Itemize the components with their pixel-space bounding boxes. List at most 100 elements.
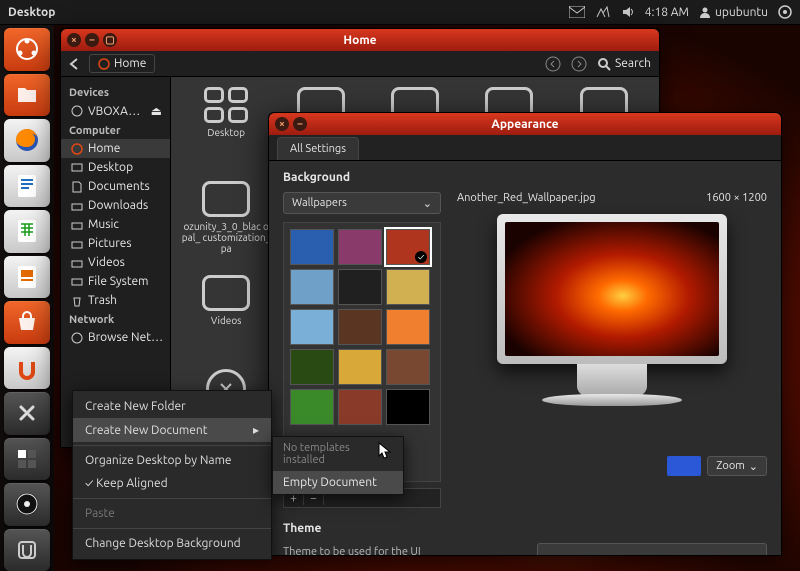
extra-icon[interactable] — [4, 529, 50, 571]
computer-header: Computer — [61, 121, 170, 139]
maximize-button[interactable]: ▢ — [103, 33, 117, 47]
settings-tabbar: All Settings — [269, 135, 781, 161]
sidebar-pictures[interactable]: Pictures — [61, 234, 170, 253]
wallpaper-thumb[interactable] — [338, 269, 382, 305]
active-app-label: Desktop — [8, 6, 55, 19]
background-header: Background — [283, 171, 767, 184]
color-button[interactable] — [667, 456, 701, 476]
sound-indicator[interactable] — [621, 5, 635, 19]
sidebar-music[interactable]: Music — [61, 215, 170, 234]
wallpaper-thumb[interactable] — [338, 229, 382, 265]
dash-icon[interactable] — [4, 28, 50, 71]
menu-organize[interactable]: Organize Desktop by Name — [73, 449, 271, 472]
new-document-submenu: No templates installed Empty Document — [272, 436, 404, 495]
menu-separator — [73, 528, 271, 529]
impress-icon[interactable] — [4, 256, 50, 299]
session-indicator[interactable] — [778, 5, 792, 19]
chevron-down-icon: ⌄ — [423, 197, 432, 210]
wallpaper-thumb[interactable] — [338, 389, 382, 425]
home-titlebar[interactable]: × – ▢ Home — [61, 29, 659, 51]
network-header: Network — [61, 310, 170, 328]
folder-icon — [202, 181, 250, 217]
submenu-arrow-icon: ▸ — [253, 423, 259, 437]
minimize-button[interactable]: – — [85, 33, 99, 47]
unity-launcher — [0, 24, 54, 571]
wallpaper-preview — [497, 214, 727, 406]
devices-header: Devices — [61, 83, 170, 101]
file-item[interactable]: Videos — [181, 275, 271, 365]
nav-prev-button[interactable] — [545, 56, 561, 72]
sidebar-videos[interactable]: Videos — [61, 253, 170, 272]
chevron-down-icon: ⌄ — [749, 460, 758, 473]
back-button[interactable] — [69, 58, 79, 70]
wallpaper-thumb[interactable] — [386, 389, 430, 425]
menu-separator — [73, 498, 271, 499]
wallpaper-thumb[interactable] — [290, 309, 334, 345]
desktop-context-menu: Create New Folder Create New Document▸ O… — [72, 390, 272, 560]
wallpaper-thumb[interactable] — [386, 229, 430, 265]
network-indicator[interactable] — [595, 5, 611, 19]
folder-icon — [204, 87, 248, 123]
menu-separator — [73, 445, 271, 446]
sidebar-browse-network[interactable]: Browse Net… — [61, 328, 170, 347]
wallpaper-thumb[interactable] — [386, 269, 430, 305]
search-button[interactable]: Search — [597, 57, 651, 71]
close-button[interactable]: × — [67, 33, 81, 47]
file-item[interactable]: Desktop — [181, 87, 271, 177]
mail-indicator[interactable] — [569, 6, 585, 18]
wallpaper-thumb[interactable] — [338, 349, 382, 385]
menu-new-document[interactable]: Create New Document▸ — [73, 418, 271, 442]
minimize-button[interactable]: – — [293, 117, 307, 131]
sidebar-device[interactable]: VBOXA…⏏ — [61, 101, 170, 121]
sidebar-home[interactable]: Home — [61, 139, 170, 158]
window-title: Home — [343, 34, 376, 47]
media-icon[interactable] — [4, 483, 50, 526]
wallpaper-thumb[interactable] — [290, 229, 334, 265]
clock[interactable]: 4:18 AM — [645, 6, 689, 19]
nav-next-button[interactable] — [571, 56, 587, 72]
menu-empty-document[interactable]: Empty Document — [273, 471, 403, 494]
close-button[interactable]: × — [275, 117, 289, 131]
wallpaper-source-combo[interactable]: Wallpapers⌄ — [283, 192, 441, 214]
nautilus-toolbar: Home Search — [61, 51, 659, 77]
settings-icon[interactable] — [4, 392, 50, 435]
menu-new-folder[interactable]: Create New Folder — [73, 395, 271, 418]
folder-icon — [202, 275, 250, 311]
wallpaper-thumb[interactable] — [290, 349, 334, 385]
sidebar-desktop[interactable]: Desktop — [61, 158, 170, 177]
wallpaper-thumb[interactable] — [290, 389, 334, 425]
wallpaper-thumb[interactable] — [386, 309, 430, 345]
theme-combo[interactable] — [537, 543, 767, 555]
sidebar-filesystem[interactable]: File System — [61, 272, 170, 291]
sidebar-documents[interactable]: Documents — [61, 177, 170, 196]
workspace-icon[interactable] — [4, 438, 50, 481]
calc-icon[interactable] — [4, 210, 50, 253]
wallpaper-filename: Another_Red_Wallpaper.jpg — [457, 192, 596, 204]
breadcrumb[interactable]: Home — [89, 54, 155, 73]
theme-description: Theme to be used for the UI — [283, 546, 421, 555]
submenu-hint: No templates installed — [273, 437, 403, 471]
wallpaper-thumb[interactable] — [386, 349, 430, 385]
window-title: Appearance — [491, 118, 558, 131]
all-settings-tab[interactable]: All Settings — [277, 137, 359, 160]
appearance-titlebar[interactable]: × – Appearance — [269, 113, 781, 135]
menu-paste: Paste — [73, 502, 271, 525]
menu-change-background[interactable]: Change Desktop Background — [73, 532, 271, 555]
sidebar-trash[interactable]: Trash — [61, 291, 170, 310]
firefox-icon[interactable] — [4, 119, 50, 162]
eject-icon[interactable]: ⏏ — [151, 104, 162, 118]
theme-header: Theme — [283, 522, 767, 535]
ubuntu-one-icon[interactable] — [4, 347, 50, 390]
top-panel: Desktop 4:18 AM upubuntu — [0, 0, 800, 24]
file-item[interactable]: ozunity_3_0_blac opal_ customization_pa — [181, 181, 271, 271]
sidebar-downloads[interactable]: Downloads — [61, 196, 170, 215]
writer-icon[interactable] — [4, 165, 50, 208]
wallpaper-thumb[interactable] — [290, 269, 334, 305]
wallpaper-resolution: 1600 × 1200 — [706, 192, 767, 204]
software-center-icon[interactable] — [4, 301, 50, 344]
nautilus-icon[interactable] — [4, 74, 50, 117]
zoom-combo[interactable]: Zoom⌄ — [707, 456, 767, 476]
menu-keep-aligned[interactable]: Keep Aligned — [73, 472, 271, 495]
wallpaper-thumb[interactable] — [338, 309, 382, 345]
user-menu[interactable]: upubuntu — [699, 6, 768, 19]
